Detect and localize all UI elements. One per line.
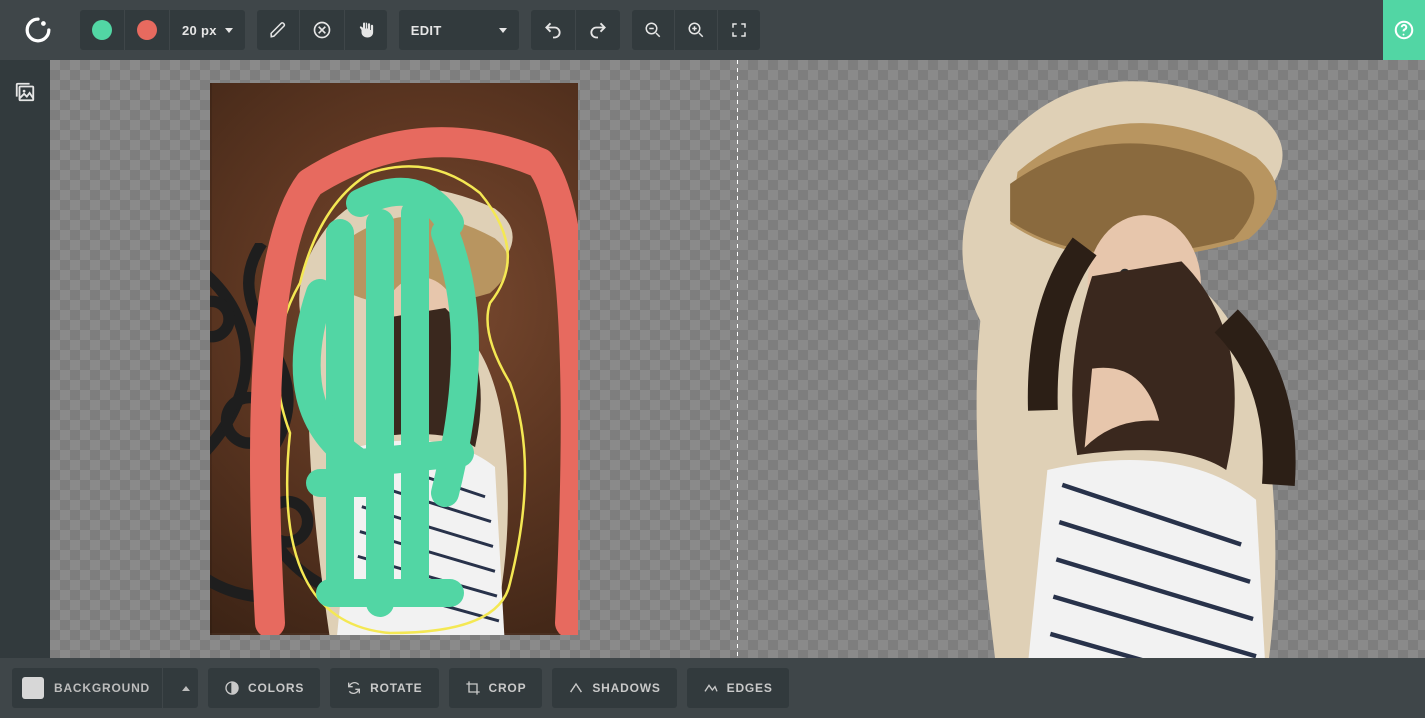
bottom-toolbar: BACKGROUND COLORS ROTATE CROP SHADOWS ED…	[0, 658, 1425, 718]
erase-icon	[312, 20, 332, 40]
zoom-out-button[interactable]	[632, 10, 674, 50]
brush-size-button[interactable]: 20 px	[170, 10, 245, 50]
images-icon	[14, 81, 36, 103]
crop-button[interactable]: CROP	[449, 668, 543, 708]
left-sidebar	[0, 60, 50, 658]
history-group	[531, 10, 620, 50]
fit-screen-button[interactable]	[718, 10, 760, 50]
help-icon	[1393, 19, 1415, 41]
brush-marks-overlay	[210, 83, 578, 635]
background-swatch	[22, 677, 44, 699]
background-label: BACKGROUND	[54, 681, 162, 695]
workspace	[50, 60, 1425, 658]
zoom-group	[632, 10, 760, 50]
erase-tool-button[interactable]	[300, 10, 344, 50]
result-pane[interactable]	[738, 60, 1425, 658]
cutout-subject	[912, 60, 1359, 658]
redo-icon	[588, 20, 608, 40]
hand-icon	[357, 21, 375, 39]
draw-tool-button[interactable]	[257, 10, 299, 50]
shadows-icon	[568, 680, 584, 696]
zoom-in-button[interactable]	[675, 10, 717, 50]
edit-menu-button[interactable]: EDIT	[399, 10, 519, 50]
undo-button[interactable]	[531, 10, 575, 50]
expand-icon	[730, 21, 748, 39]
edit-menu-label: EDIT	[411, 23, 442, 38]
contrast-icon	[224, 680, 240, 696]
shadows-label: SHADOWS	[592, 681, 660, 695]
result-image	[863, 60, 1360, 658]
background-caret[interactable]	[162, 668, 198, 708]
zoom-in-icon	[687, 21, 705, 39]
chevron-down-icon	[499, 28, 507, 33]
edit-menu-group: EDIT	[399, 10, 519, 50]
top-toolbar: 20 px EDIT	[0, 0, 1425, 60]
edges-button[interactable]: EDGES	[687, 668, 789, 708]
background-picker[interactable]: BACKGROUND	[12, 668, 198, 708]
brush-color-group: 20 px	[80, 10, 245, 50]
source-image	[210, 83, 578, 635]
brush-size-label: 20 px	[182, 23, 217, 38]
undo-icon	[543, 20, 563, 40]
crop-label: CROP	[489, 681, 527, 695]
images-panel-button[interactable]	[7, 74, 43, 110]
help-button[interactable]	[1383, 0, 1425, 60]
result-canvas	[738, 60, 1425, 658]
keep-brush-button[interactable]	[80, 10, 124, 50]
pan-tool-button[interactable]	[345, 10, 387, 50]
redo-button[interactable]	[576, 10, 620, 50]
mark-tools-group	[257, 10, 387, 50]
colors-label: COLORS	[248, 681, 304, 695]
rotate-label: ROTATE	[370, 681, 422, 695]
remove-brush-button[interactable]	[125, 10, 169, 50]
source-pane[interactable]	[50, 60, 737, 658]
chevron-down-icon	[225, 28, 233, 33]
rotate-icon	[346, 680, 362, 696]
chevron-up-icon	[182, 686, 190, 691]
app-logo[interactable]	[8, 0, 68, 60]
crop-icon	[465, 680, 481, 696]
zoom-out-icon	[644, 21, 662, 39]
edges-label: EDGES	[727, 681, 773, 695]
source-canvas	[50, 60, 737, 658]
colors-button[interactable]: COLORS	[208, 668, 320, 708]
rotate-button[interactable]: ROTATE	[330, 668, 438, 708]
shadows-button[interactable]: SHADOWS	[552, 668, 676, 708]
pencil-icon	[269, 21, 287, 39]
edges-icon	[703, 680, 719, 696]
